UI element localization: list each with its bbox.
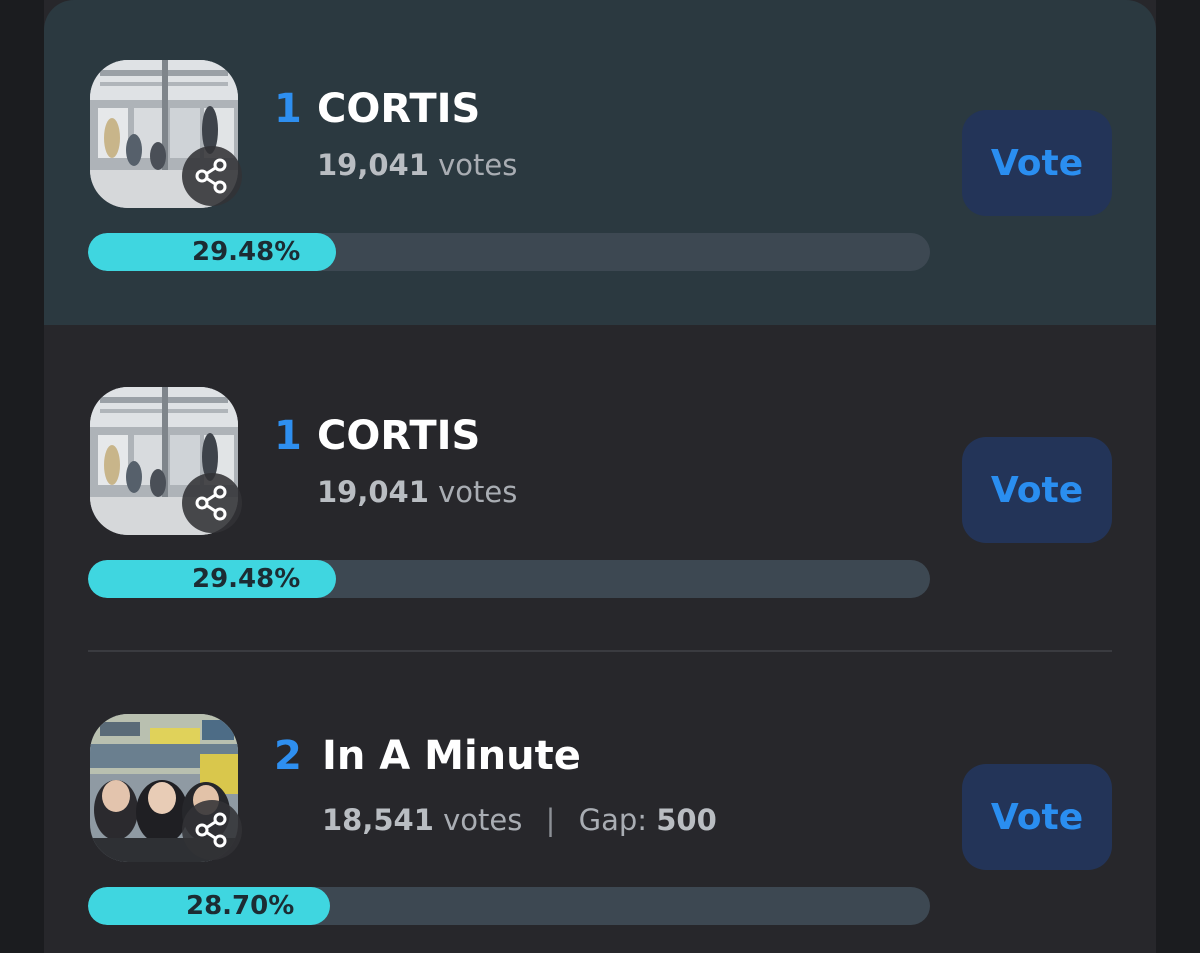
- rank-number: 1: [274, 86, 302, 132]
- percent-bar: 28.70%: [88, 887, 930, 925]
- share-button[interactable]: [182, 473, 242, 533]
- rank-number: 2: [274, 733, 302, 779]
- share-icon: [195, 812, 227, 848]
- rank-number: 1: [274, 413, 302, 459]
- vote-button[interactable]: Vote: [962, 764, 1112, 870]
- percent-label: 28.70%: [186, 891, 295, 921]
- vote-count: 19,041: [317, 148, 429, 182]
- artist-name: CORTIS: [317, 413, 481, 459]
- share-icon: [195, 158, 227, 194]
- artist-name: CORTIS: [317, 86, 481, 132]
- votes-suffix: votes: [443, 803, 523, 837]
- percent-label: 29.48%: [192, 564, 301, 594]
- gap-value: 500: [656, 803, 717, 837]
- ranking-row: 1 CORTIS 19,041 votes Vote 29.48%: [44, 325, 1156, 650]
- gap-label: Gap:: [578, 803, 648, 837]
- vote-button[interactable]: Vote: [962, 110, 1112, 216]
- votes-suffix: votes: [438, 148, 518, 182]
- ranking-row-highlighted: 1 CORTIS 19,041 votes Vote 29.48%: [44, 0, 1156, 325]
- vote-button[interactable]: Vote: [962, 437, 1112, 543]
- vote-count-line: 19,041 votes: [317, 475, 517, 509]
- percent-bar: 29.48%: [88, 560, 930, 598]
- ranking-row: 2 In A Minute 18,541 votes | Gap: 500 Vo…: [44, 652, 1156, 953]
- vote-count: 19,041: [317, 475, 429, 509]
- percent-label: 29.48%: [192, 237, 301, 267]
- vote-count-line: 18,541 votes | Gap: 500: [322, 803, 717, 837]
- share-button[interactable]: [182, 146, 242, 206]
- vote-count: 18,541: [322, 803, 434, 837]
- votes-suffix: votes: [438, 475, 518, 509]
- percent-bar: 29.48%: [88, 233, 930, 271]
- vote-ranking-card: 1 CORTIS 19,041 votes Vote 29.48% 1 CORT…: [44, 0, 1156, 953]
- artist-name: In A Minute: [322, 733, 581, 779]
- separator: |: [545, 803, 556, 837]
- vote-count-line: 19,041 votes: [317, 148, 517, 182]
- share-icon: [195, 485, 227, 521]
- share-button[interactable]: [182, 800, 242, 860]
